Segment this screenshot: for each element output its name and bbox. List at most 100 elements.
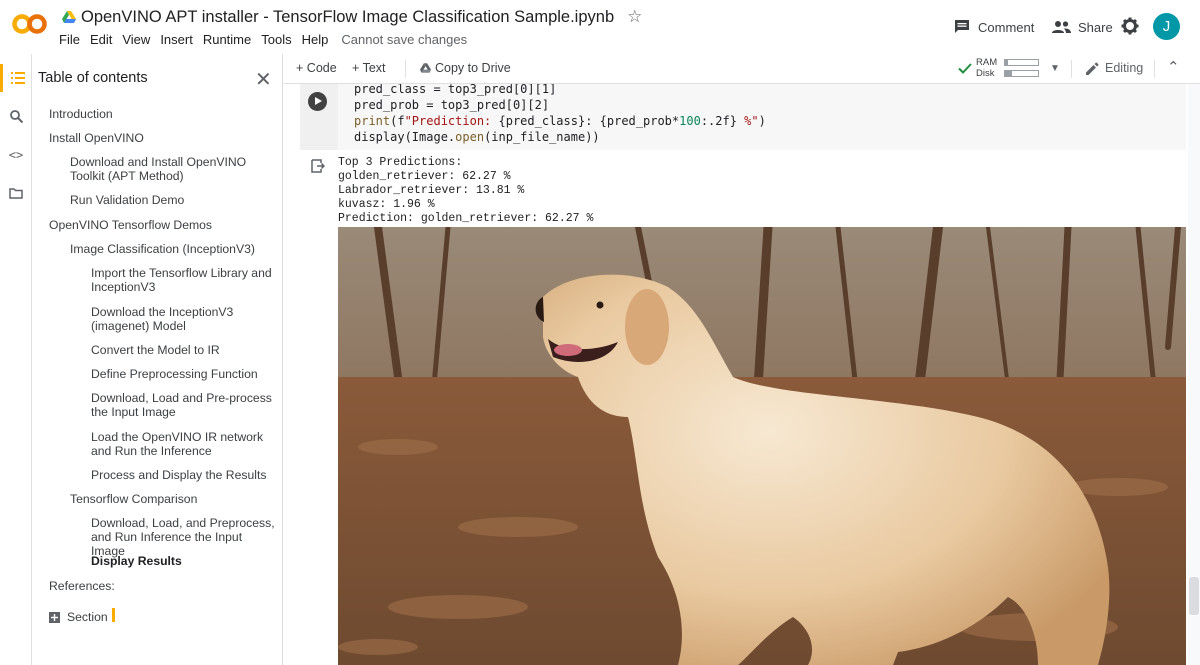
cell-output-text: Top 3 Predictions: golden_retriever: 62.2… [338,156,593,226]
plus-box-icon [49,611,60,623]
menu-tools[interactable]: Tools [261,32,291,47]
code-token: (inp_file_name)) [484,130,600,144]
add-text-label: Text [362,61,386,75]
toc-item[interactable]: Download, Load, and Preprocess, and Run … [91,516,277,558]
share-label: Share [1078,19,1113,35]
output-line: kuvasz: 1.96 % [338,198,435,212]
notebook-main: pred_class = top3_pred[0][1] pred_prob = … [284,84,1200,665]
toc-item[interactable]: Import the Tensorflow Library and Incept… [91,266,273,294]
user-avatar[interactable]: J [1153,13,1180,40]
people-icon [1052,21,1071,33]
toc-item[interactable]: Introduction [49,107,249,121]
toc-item[interactable]: Download and Install OpenVINO Toolkit (A… [70,155,270,183]
code-token: display(Image. [354,130,456,144]
plus-icon: + [352,61,360,75]
output-line: Prediction: golden_retriever: 62.27 % [338,212,594,226]
toc-item[interactable]: References: [49,579,249,593]
search-icon[interactable] [0,102,32,130]
save-status: Cannot save changes [341,32,468,47]
settings-gear-icon[interactable] [1121,17,1139,35]
output-line: Labrador_retriever: 13.81 % [338,184,525,198]
toc-item[interactable]: Tensorflow Comparison [70,492,270,506]
toc-item-active[interactable]: Display Results [91,554,291,568]
toc-item[interactable]: Convert the Model to IR [91,343,273,357]
plus-icon: + [296,61,304,75]
sidebar-icon-rail: <> [0,54,32,665]
drive-icon [62,11,76,23]
section-label: Section [67,610,108,624]
menu-edit[interactable]: Edit [90,32,112,47]
toolbar-divider [1154,60,1155,78]
toc-item[interactable]: Image Classification (InceptionV3) [70,242,270,256]
disk-label: Disk [976,68,995,79]
ram-label: RAM [976,57,998,68]
app-header: OpenVINO APT installer - TensorFlow Imag… [0,0,1200,54]
comment-button[interactable]: Comment [954,14,1034,40]
code-token: ) [758,114,766,128]
menu-view[interactable]: View [122,32,150,47]
toc-title: Table of contents [38,70,148,86]
output-icon[interactable] [311,159,325,173]
code-editor[interactable]: pred_class = top3_pred[0][1] pred_prob = … [354,84,766,145]
code-line: print(f"Prediction: {pred_class}: {pred_… [354,113,766,129]
toc-item[interactable]: Download, Load and Pre-process the Input… [91,391,273,419]
toc-panel: Table of contents ✕ Introduction Install… [32,54,283,665]
code-snippets-icon[interactable]: <> [0,141,32,169]
disk-fill [1005,71,1013,76]
menu-bar: File Edit View Insert Runtime Tools Help… [59,32,477,47]
toc-item[interactable]: Load the OpenVINO IR network and Run the… [91,430,277,458]
code-line: pred_prob = top3_pred[0][2] [354,98,550,112]
output-line: golden_retriever: 62.27 % [338,170,511,184]
menu-help[interactable]: Help [302,32,329,47]
add-code-button[interactable]: + Code [296,61,337,75]
toc-add-section[interactable]: Section [49,610,249,624]
add-code-label: Code [306,61,337,75]
resource-indicator[interactable]: RAM Disk [976,57,997,79]
connected-check-icon [958,63,972,74]
comment-icon [955,20,969,33]
notebook-title[interactable]: OpenVINO APT installer - TensorFlow Imag… [81,8,614,27]
toc-item[interactable]: Download the InceptionV3 (imagenet) Mode… [91,305,241,333]
toc-item[interactable]: Install OpenVINO [49,131,249,145]
collapse-header-icon[interactable]: ⌃ [1167,58,1180,76]
toc-item[interactable]: Process and Display the Results [91,468,273,482]
runtime-dropdown-icon[interactable]: ▼ [1050,63,1060,74]
notebook-title-row: OpenVINO APT installer - TensorFlow Imag… [62,6,642,28]
toc-list-icon[interactable] [0,64,32,92]
code-cell[interactable]: pred_class = top3_pred[0][1] pred_prob = … [300,84,1186,150]
copy-to-drive-button[interactable]: Copy to Drive [420,61,511,75]
code-token: :.2f} [700,114,737,128]
code-token: 100 [679,114,701,128]
add-text-button[interactable]: + Text [352,61,386,75]
comment-label: Comment [978,19,1035,35]
output-line: Top 3 Predictions: [338,156,463,169]
toc-item[interactable]: Run Validation Demo [70,193,270,207]
toc-item[interactable]: OpenVINO Tensorflow Demos [49,218,249,232]
toc-item[interactable]: Define Preprocessing Function [91,367,273,381]
code-line: display(Image.open(inp_file_name)) [354,129,766,145]
code-token: print [354,114,391,128]
menu-file[interactable]: File [59,32,80,47]
ram-usage-bar [1004,59,1039,66]
share-button[interactable]: Share [1052,14,1113,40]
menu-insert[interactable]: Insert [160,32,193,47]
toolbar-divider [1071,60,1072,78]
output-image-dog [338,227,1186,665]
menu-runtime[interactable]: Runtime [203,32,251,47]
disk-usage-bar [1004,70,1039,77]
run-cell-button[interactable] [308,92,327,111]
editing-label: Editing [1105,61,1144,75]
notebook-toolbar: + Code + Text Copy to Drive ▼ Editing ⌃ [284,54,1200,84]
copy-to-drive-label: Copy to Drive [435,61,511,75]
main-scrollbar-thumb[interactable] [1189,577,1199,615]
ram-fill [1005,60,1008,65]
code-token: "Prediction: [404,114,492,128]
colab-logo[interactable] [12,12,48,36]
editing-mode-button[interactable]: Editing [1086,61,1143,75]
code-token: (f [390,114,405,128]
folder-icon[interactable] [0,179,32,207]
star-icon[interactable]: ☆ [627,7,642,27]
drive-icon [420,63,431,73]
close-icon[interactable]: ✕ [255,67,272,92]
code-token: %" [736,114,759,128]
